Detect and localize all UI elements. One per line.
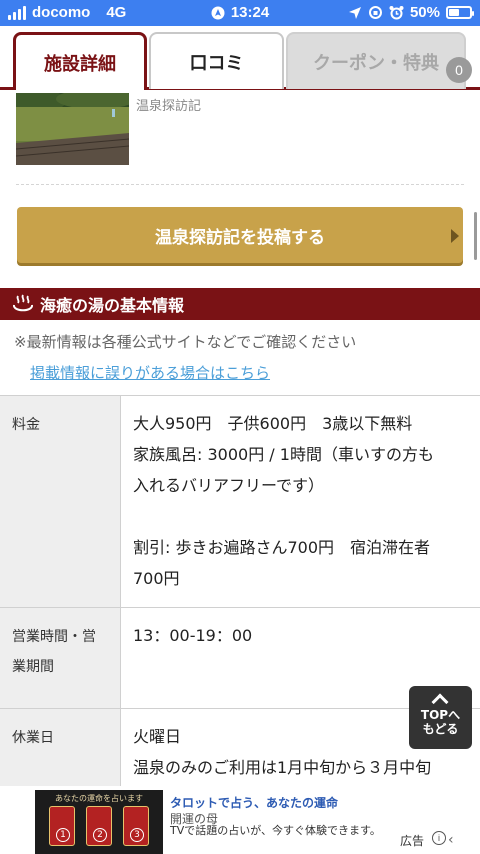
section-title: 海癒の湯の基本情報 <box>40 296 185 315</box>
review-label: 温泉探訪記 <box>136 99 202 114</box>
review-thumbnail[interactable] <box>16 93 129 165</box>
post-review-button[interactable]: 温泉探訪記を投稿する <box>17 207 463 263</box>
status-bar: docomo 4G 13:24 50% <box>0 0 480 26</box>
tab-bar: 施設詳細 口コミ クーポン・特典 0 <box>0 30 480 90</box>
signal-icon <box>8 5 26 20</box>
row-label-hours: 営業時間・営 業期間 <box>0 608 121 708</box>
table-row: 営業時間・営 業期間 13：00-19：00 <box>0 608 480 709</box>
section-header: 海癒の湯の基本情報 <box>0 288 480 320</box>
info-icon[interactable]: i <box>432 831 446 845</box>
ad-banner[interactable]: あなたの運命を占います 1 2 3 タロットで占う、あなたの運命 開運の母 TV… <box>0 786 480 854</box>
ad-label: 広告 <box>400 834 425 848</box>
tarot-card: 3 <box>123 806 149 846</box>
tarot-card: 1 <box>49 806 75 846</box>
clock-time: 13:24 <box>230 4 270 21</box>
tarot-card: 2 <box>86 806 112 846</box>
info-table: 料金 大人950円 子供600円 3歳以下無料 家族風呂: 3000円 / 1時… <box>0 395 480 839</box>
scrollbar[interactable] <box>474 212 477 260</box>
info-disclaimer: ※最新情報は各種公式サイトなどでご確認ください <box>14 333 357 351</box>
carrier-name: docomo <box>32 4 91 21</box>
close-icon[interactable]: ‹ <box>448 832 454 848</box>
ad-image[interactable]: あなたの運命を占います 1 2 3 <box>35 790 163 854</box>
onsen-icon <box>13 294 33 312</box>
divider <box>16 184 464 185</box>
review-item[interactable]: 温泉探訪記 <box>0 93 480 185</box>
tab-coupons[interactable]: クーポン・特典 <box>286 32 466 89</box>
ad-image-caption: あなたの運命を占います <box>55 794 143 803</box>
table-row: 料金 大人950円 子供600円 3歳以下無料 家族風呂: 3000円 / 1時… <box>0 396 480 608</box>
ad-description: TVで話題の占いが、今すぐ体験できます。 <box>170 824 381 837</box>
post-review-label: 温泉探訪記を投稿する <box>155 227 325 248</box>
chevron-right-icon <box>451 229 459 243</box>
row-label-price: 料金 <box>0 396 121 607</box>
battery-percent: 50% <box>409 4 440 21</box>
alarm-icon <box>389 6 404 20</box>
row-value-price: 大人950円 子供600円 3歳以下無料 家族風呂: 3000円 / 1時間（車… <box>133 414 434 588</box>
report-error-link[interactable]: 掲載情報に誤りがある場合はこちら <box>30 362 270 383</box>
back-to-top-button[interactable]: TOPへ もどる <box>409 686 472 749</box>
ad-title[interactable]: タロットで占う、あなたの運命 <box>170 794 338 811</box>
location-arrow-icon <box>348 6 361 19</box>
coupon-count-badge: 0 <box>446 57 472 83</box>
lock-rotation-icon <box>211 6 225 19</box>
network-type: 4G <box>106 4 127 21</box>
lock-rotation-icon <box>368 6 382 19</box>
tab-reviews[interactable]: 口コミ <box>149 32 284 89</box>
tab-facility-details[interactable]: 施設詳細 <box>13 32 147 90</box>
battery-icon <box>446 6 474 19</box>
